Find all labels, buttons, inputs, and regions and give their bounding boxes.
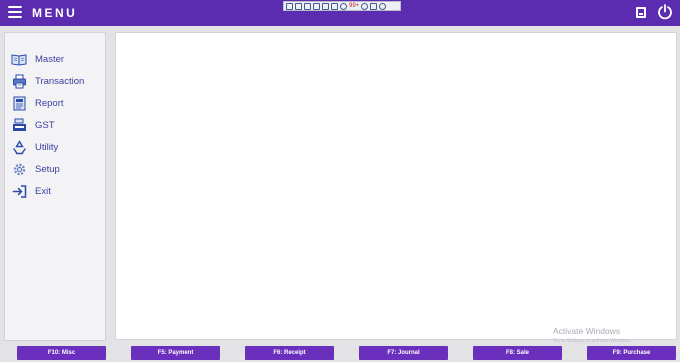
f10-misc-button[interactable]: F10: Misc (17, 346, 106, 360)
sidebar-item-label: Report (35, 97, 64, 109)
notification-count-badge: 99+ (349, 2, 360, 9)
gear-icon (11, 161, 27, 177)
sidebar: Master Transaction Report GST Utility Se… (4, 32, 106, 341)
floating-toolbar: 99+ (283, 1, 401, 11)
sidebar-item-transaction[interactable]: Transaction (11, 72, 103, 90)
copy-icon[interactable] (313, 2, 320, 10)
activate-windows-title: Activate Windows (553, 326, 621, 336)
menu-title: MENU (32, 6, 78, 20)
f8-sale-button[interactable]: F8: Sale (473, 346, 562, 360)
sidebar-item-label: Utility (35, 141, 59, 153)
screen-icon[interactable] (304, 2, 311, 10)
sidebar-item-setup[interactable]: Setup (11, 160, 103, 178)
close-icon[interactable] (379, 2, 387, 10)
sidebar-item-label: Setup (35, 163, 60, 175)
image-icon[interactable] (295, 2, 302, 10)
book-icon (11, 51, 27, 67)
cash-register-icon (11, 117, 27, 133)
minimize-window-icon[interactable] (636, 7, 646, 18)
exit-icon (11, 183, 27, 199)
main-content-panel (115, 32, 677, 340)
network-icon[interactable] (331, 2, 338, 10)
sidebar-item-label: Exit (35, 185, 51, 197)
settings-icon[interactable] (361, 2, 369, 10)
hamburger-menu-icon[interactable] (8, 6, 22, 18)
power-icon[interactable] (657, 4, 673, 20)
f9-purchase-button[interactable]: F9: Purchase (587, 346, 676, 360)
sidebar-item-gst[interactable]: GST (11, 116, 103, 134)
app-header: MENU 99+ (0, 0, 680, 26)
check-icon[interactable] (370, 2, 378, 10)
printer-icon (11, 73, 27, 89)
sidebar-item-utility[interactable]: Utility (11, 138, 103, 156)
f5-payment-button[interactable]: F5: Payment (131, 346, 220, 360)
notifications-icon[interactable] (340, 2, 347, 10)
report-icon (11, 95, 27, 111)
f7-journal-button[interactable]: F7: Journal (359, 346, 448, 360)
sidebar-item-label: Master (35, 53, 65, 65)
scan-icon[interactable] (286, 2, 293, 10)
frame-icon[interactable] (322, 2, 329, 10)
recycle-icon (11, 139, 27, 155)
sidebar-item-label: GST (35, 119, 55, 131)
sidebar-item-label: Transaction (35, 75, 85, 87)
f6-receipt-button[interactable]: F6: Receipt (245, 346, 334, 360)
sidebar-item-master[interactable]: Master (11, 50, 103, 68)
activate-windows-subtitle: Go to Settings to activate Windows. (553, 338, 632, 344)
sidebar-item-report[interactable]: Report (11, 94, 103, 112)
sidebar-item-exit[interactable]: Exit (11, 182, 103, 200)
